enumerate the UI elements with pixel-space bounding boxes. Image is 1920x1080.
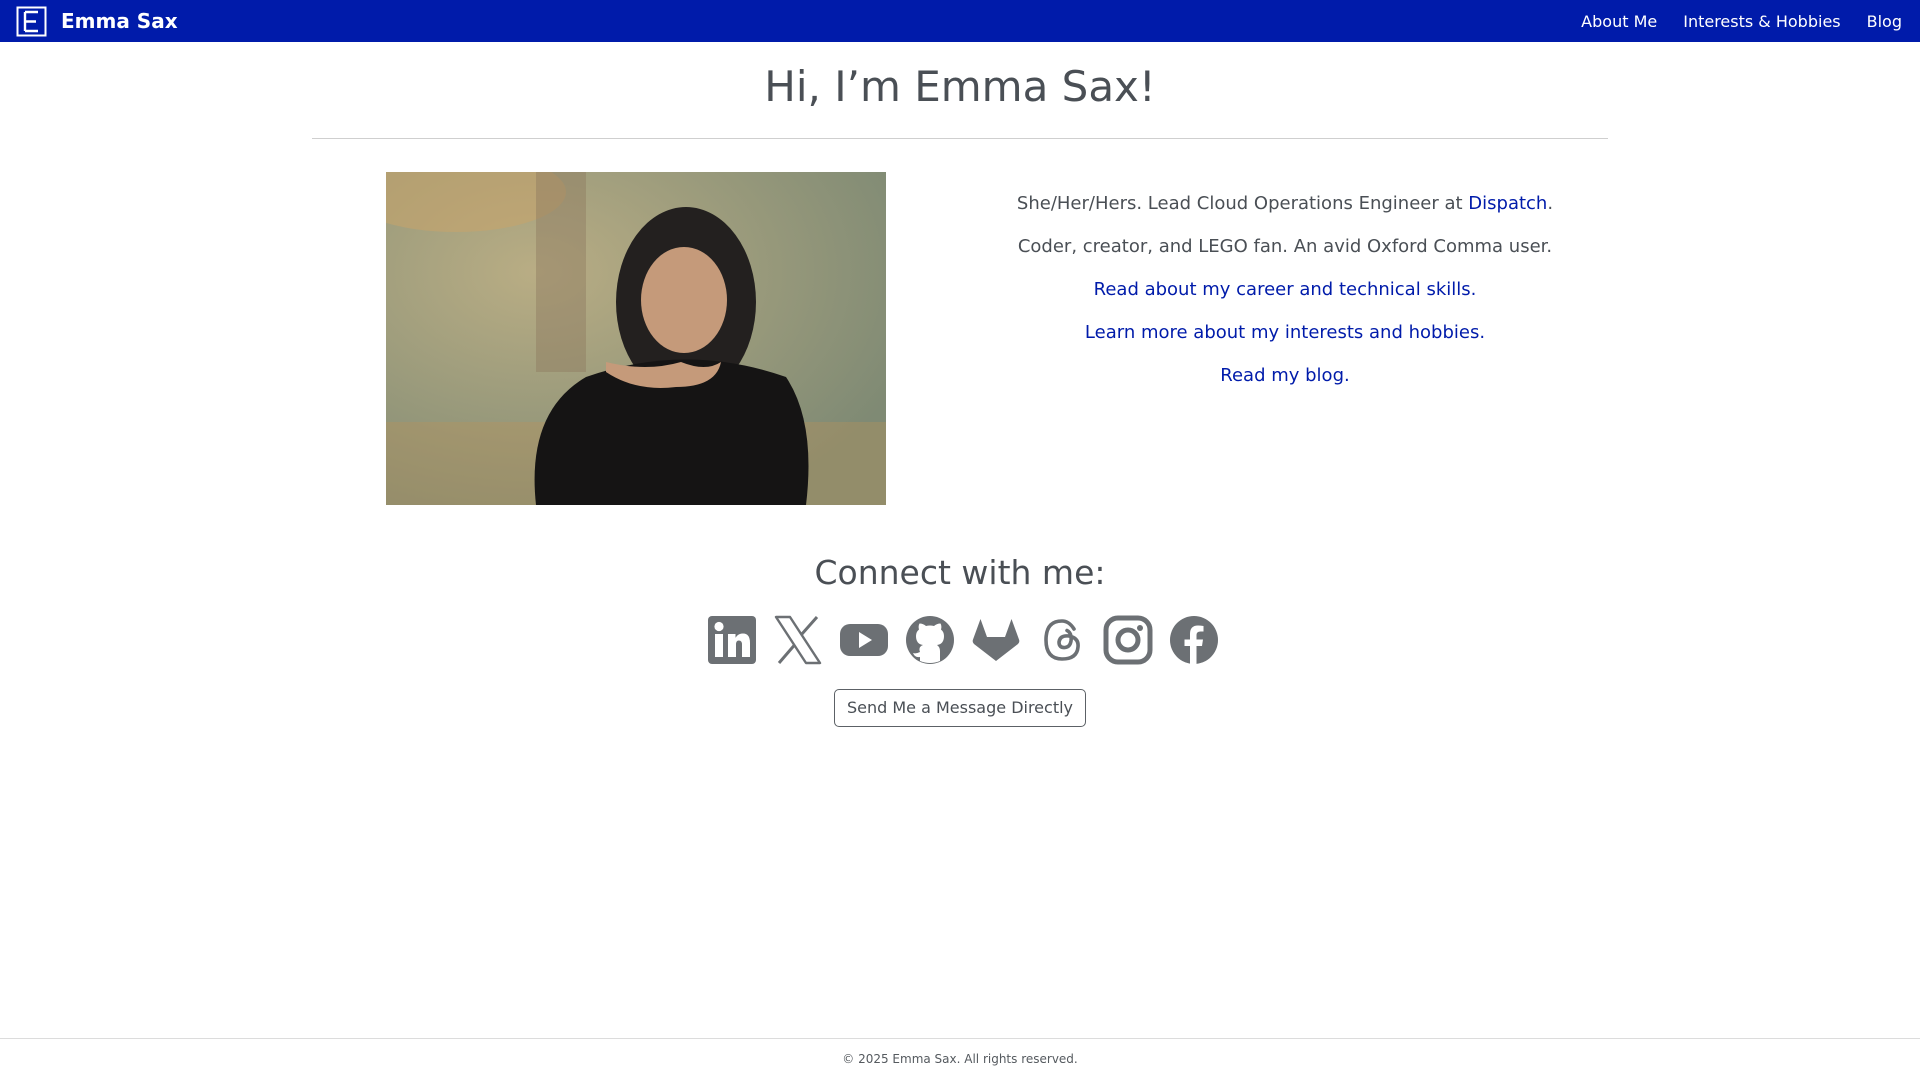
blog-link[interactable]: Read my blog.	[1220, 365, 1349, 386]
profile-photo-illustration	[386, 172, 886, 505]
x-link[interactable]	[773, 615, 823, 665]
x-icon	[774, 615, 822, 665]
github-icon	[906, 616, 954, 664]
bio-interests-line: Learn more about my interests and hobbie…	[980, 311, 1590, 354]
brand-logo-icon	[16, 6, 47, 36]
navbar: Emma Sax About Me Interests & Hobbies Bl…	[0, 0, 1920, 42]
linkedin-icon	[708, 616, 756, 664]
bio-section: She/Her/Hers. Lead Cloud Operations Engi…	[980, 182, 1590, 397]
facebook-link[interactable]	[1169, 615, 1219, 665]
gitlab-link[interactable]	[971, 615, 1021, 665]
gitlab-icon	[972, 619, 1020, 661]
bio-pronouns-suffix: .	[1547, 193, 1554, 214]
career-link[interactable]: Read about my career and technical skill…	[1094, 279, 1477, 300]
bio-blog-line: Read my blog.	[980, 354, 1590, 397]
threads-icon	[1044, 619, 1080, 661]
youtube-icon	[840, 624, 888, 656]
footer-divider	[0, 1038, 1920, 1039]
nav-links: About Me Interests & Hobbies Blog	[1581, 12, 1902, 31]
bio-pronouns-line: She/Her/Hers. Lead Cloud Operations Engi…	[980, 182, 1590, 225]
facebook-icon	[1170, 616, 1218, 664]
github-link[interactable]	[905, 615, 955, 665]
page-title: Hi, I’m Emma Sax!	[764, 62, 1156, 111]
linkedin-link[interactable]	[707, 615, 757, 665]
nav-interests-hobbies[interactable]: Interests & Hobbies	[1683, 12, 1840, 31]
social-links	[707, 615, 1220, 665]
instagram-link[interactable]	[1103, 615, 1153, 665]
youtube-link[interactable]	[839, 615, 889, 665]
threads-link[interactable]	[1037, 615, 1087, 665]
title-divider	[312, 138, 1608, 139]
instagram-icon	[1103, 615, 1153, 665]
profile-photo	[386, 172, 886, 505]
nav-about-me[interactable]: About Me	[1581, 12, 1657, 31]
brand-name: Emma Sax	[61, 9, 178, 33]
bio-pronouns-prefix: She/Her/Hers. Lead Cloud Operations Engi…	[1016, 193, 1469, 214]
connect-title: Connect with me:	[814, 553, 1106, 592]
interests-link[interactable]: Learn more about my interests and hobbie…	[1085, 322, 1485, 343]
brand-link[interactable]: Emma Sax	[16, 6, 178, 37]
bio-career-line: Read about my career and technical skill…	[980, 268, 1590, 311]
send-message-button[interactable]: Send Me a Message Directly	[834, 689, 1086, 727]
nav-blog[interactable]: Blog	[1867, 12, 1902, 31]
bio-tagline: Coder, creator, and LEGO fan. An avid Ox…	[1017, 236, 1553, 257]
employer-link[interactable]: Dispatch	[1468, 193, 1547, 214]
footer-copyright: © 2025 Emma Sax. All rights reserved.	[842, 1052, 1078, 1066]
